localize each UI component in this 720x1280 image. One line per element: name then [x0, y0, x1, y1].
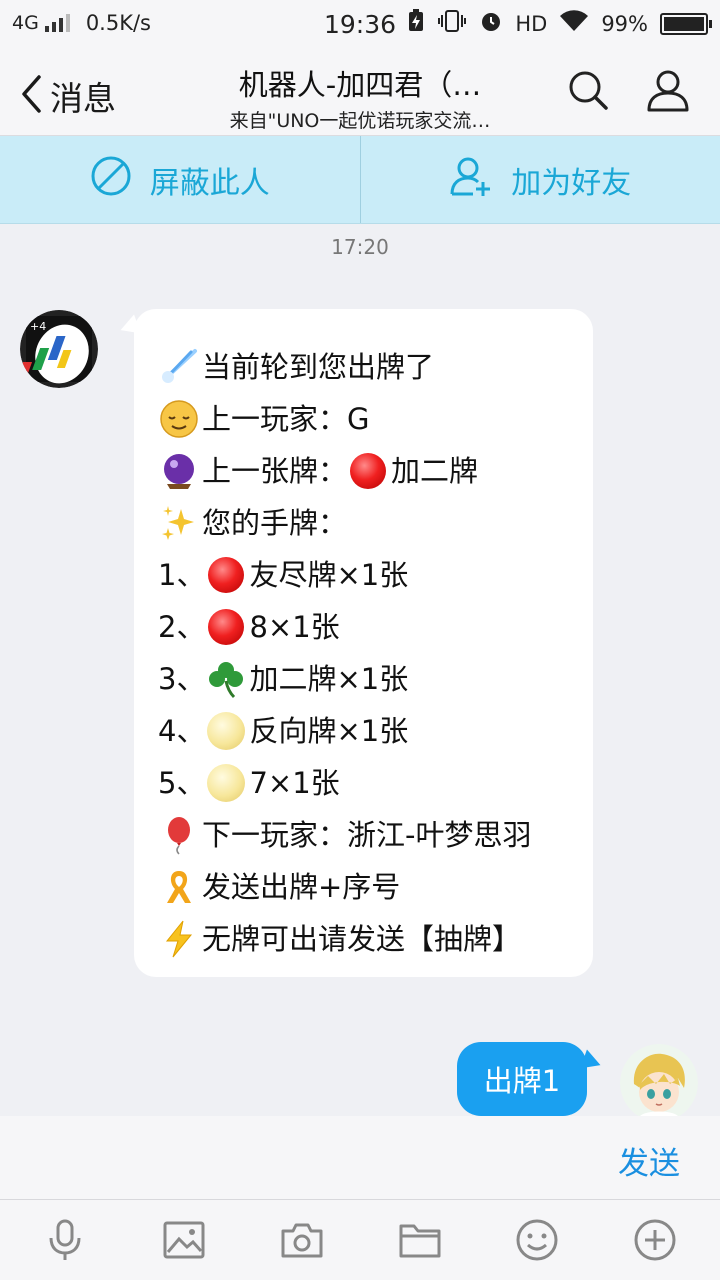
- folder-icon[interactable]: [398, 1218, 442, 1262]
- line-text: 友尽牌×1张: [249, 558, 409, 592]
- crystal-ball-icon: [158, 450, 200, 492]
- chat-subtitle: 来自"UNO一起优诺玩家交流…: [229, 110, 491, 132]
- relieved-face-icon: [158, 398, 200, 440]
- line-text: 您的手牌：: [202, 506, 348, 540]
- camera-icon[interactable]: [280, 1218, 324, 1262]
- hd-label: HD: [515, 11, 548, 36]
- line-prefix: 4、: [158, 714, 206, 748]
- message-line: 2、 8×1张: [158, 601, 583, 653]
- comet-icon: [158, 346, 200, 388]
- line-text: 下一玩家：浙江-叶梦思羽: [202, 818, 532, 852]
- line-prefix: 1、: [158, 558, 206, 592]
- red-circle-icon: [205, 606, 247, 648]
- plus-icon[interactable]: [633, 1218, 677, 1262]
- chevron-left-icon: [20, 74, 42, 118]
- emoji-icon[interactable]: [515, 1218, 559, 1262]
- user-avatar[interactable]: [620, 1044, 698, 1122]
- ribbon-icon: [158, 866, 200, 908]
- stranger-action-bar: 屏蔽此人 加为好友: [0, 136, 720, 224]
- alarm-icon: [479, 9, 503, 38]
- message-line: 无牌可出请发送【抽牌】: [158, 913, 583, 965]
- message-line: 5、 7×1张: [158, 757, 583, 809]
- microphone-icon[interactable]: [43, 1218, 87, 1262]
- message-line: 3、 加二牌×1张: [158, 653, 583, 705]
- balloon-icon: [158, 814, 200, 856]
- message-line: 4、 反向牌×1张: [158, 705, 583, 757]
- block-icon: [90, 155, 132, 205]
- message-timestamp: 17:20: [331, 235, 389, 259]
- line-prefix: 2、: [158, 610, 206, 644]
- profile-icon[interactable]: [645, 68, 689, 112]
- bot-avatar[interactable]: +4: [20, 310, 98, 388]
- vibrate-icon: [437, 9, 467, 38]
- full-moon-icon: [205, 762, 247, 804]
- user-message-bubble[interactable]: 出牌1: [457, 1042, 587, 1116]
- shamrock-icon: [205, 658, 247, 700]
- sparkles-icon: [158, 502, 200, 544]
- red-circle-icon: [205, 554, 247, 596]
- search-icon[interactable]: [566, 68, 610, 112]
- user-message-text: 出牌1: [483, 1064, 561, 1098]
- line-prefix: 5、: [158, 766, 206, 800]
- input-bar: 发送: [0, 1116, 720, 1200]
- wifi-icon: [559, 10, 589, 37]
- message-line: 当前轮到您出牌了: [158, 341, 583, 393]
- line-text: 7×1张: [249, 766, 340, 800]
- red-circle-icon: [347, 450, 389, 492]
- line-text: 发送出牌+序号: [202, 870, 401, 904]
- bot-message-bubble[interactable]: 当前轮到您出牌了 上一玩家：G 上一张牌： 加二牌 您的手牌： 1、 友尽牌×1…: [134, 309, 593, 977]
- send-button[interactable]: 发送: [618, 1138, 680, 1183]
- block-user-button[interactable]: 屏蔽此人: [0, 136, 360, 223]
- add-friend-icon: [449, 154, 493, 206]
- line-text: 加二牌×1张: [249, 662, 409, 696]
- back-label: 消息: [50, 79, 116, 118]
- message-line: 您的手牌：: [158, 497, 583, 549]
- chat-title-block[interactable]: 机器人-加四君（… 来自"UNO一起优诺玩家交流…: [200, 62, 520, 133]
- battery-percent: 99%: [601, 11, 648, 36]
- back-button[interactable]: 消息: [20, 72, 116, 120]
- chat-title: 机器人-加四君（…: [238, 68, 482, 102]
- add-friend-button[interactable]: 加为好友: [361, 136, 720, 223]
- line-text: 加二牌: [391, 454, 479, 488]
- message-line: 下一玩家：浙江-叶梦思羽: [158, 809, 583, 861]
- bottom-toolbar: [0, 1200, 720, 1280]
- message-line: 发送出牌+序号: [158, 861, 583, 913]
- message-line: 上一张牌： 加二牌: [158, 445, 583, 497]
- block-user-label: 屏蔽此人: [149, 165, 270, 201]
- full-moon-icon: [205, 710, 247, 752]
- charging-icon: [407, 9, 425, 38]
- status-bar: 4G 0.5K/s 19:36 HD 99%: [0, 0, 720, 50]
- line-text: 反向牌×1张: [249, 714, 409, 748]
- message-line: 1、 友尽牌×1张: [158, 549, 583, 601]
- line-text: 当前轮到您出牌了: [202, 350, 435, 384]
- line-text: 无牌可出请发送【抽牌】: [202, 922, 522, 956]
- message-line: 上一玩家：G: [158, 393, 583, 445]
- line-text: 上一玩家：G: [202, 402, 370, 436]
- status-right: HD 99%: [407, 9, 712, 38]
- svg-text:+4: +4: [30, 320, 46, 333]
- line-text: 上一张牌：: [202, 454, 348, 488]
- battery-icon: [660, 12, 712, 35]
- line-text: 8×1张: [249, 610, 340, 644]
- add-friend-label: 加为好友: [511, 165, 632, 201]
- line-prefix: 3、: [158, 662, 206, 696]
- nav-bar: 消息 机器人-加四君（… 来自"UNO一起优诺玩家交流…: [0, 50, 720, 136]
- image-icon[interactable]: [162, 1218, 206, 1262]
- lightning-icon: [158, 918, 200, 960]
